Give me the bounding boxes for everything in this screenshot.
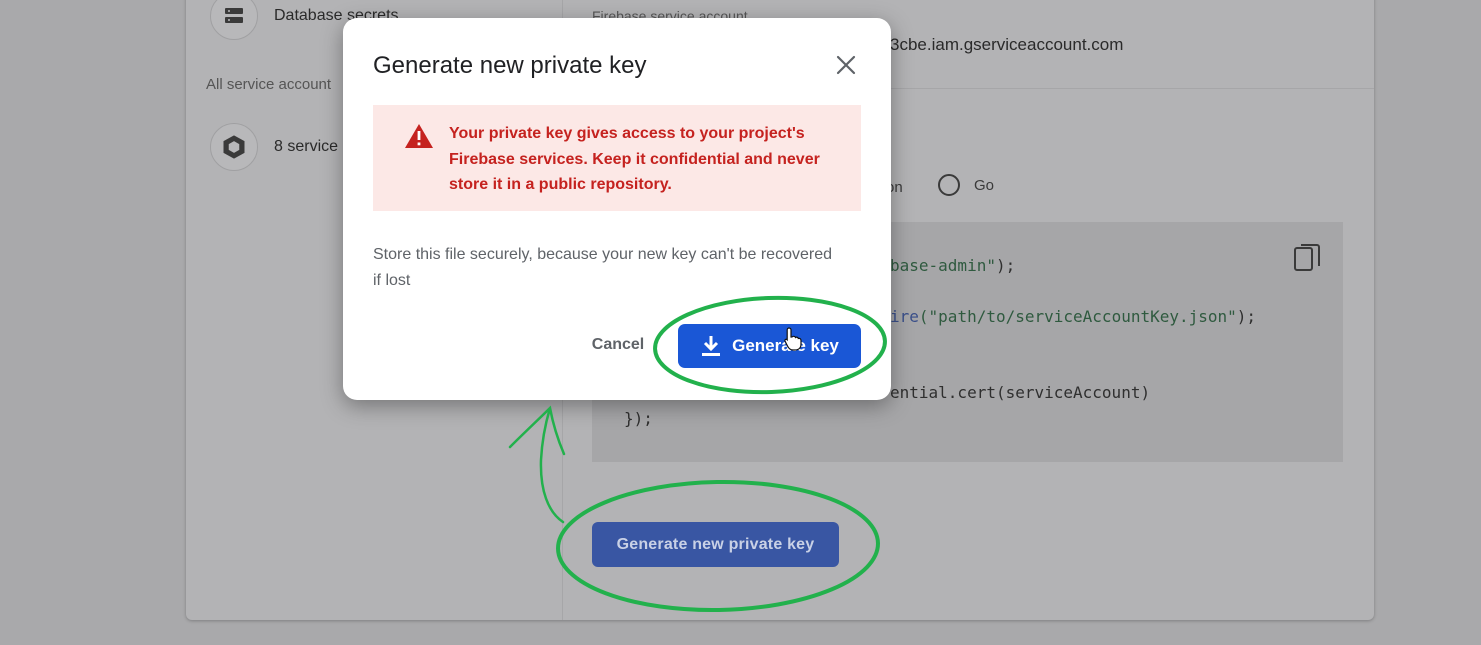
code-string: ("path/to/serviceAccountKey.json"	[918, 307, 1237, 326]
nav-item-service-accounts[interactable]: 8 service	[210, 123, 338, 171]
warning-text: Your private key gives access to your pr…	[449, 125, 820, 193]
hand-cursor-icon	[784, 327, 802, 356]
code-text: );	[995, 256, 1016, 275]
nav-item-label: 8 service	[274, 138, 339, 155]
radio-circle[interactable]	[938, 174, 960, 196]
database-icon	[210, 0, 258, 40]
download-icon	[702, 336, 721, 356]
radio-go-label: Go	[974, 176, 995, 194]
code-text: );	[1236, 307, 1257, 326]
warning-banner: Your private key gives access to your pr…	[373, 105, 861, 211]
dialog-body: Store this file securely, because your n…	[373, 246, 832, 289]
code-string: base-admin"	[890, 256, 996, 275]
code-line-2: ire("path/to/serviceAccountKey.json");	[890, 307, 1256, 326]
hexagon-icon	[210, 123, 258, 171]
generate-key-button[interactable]: Generate key	[678, 324, 861, 368]
code-line-1: base-admin");	[890, 256, 1015, 275]
radio-go[interactable]: Go	[938, 174, 994, 196]
generate-key-dialog: Generate new private key Your private ke…	[343, 18, 891, 400]
code-function: ire	[890, 307, 919, 326]
code-line-3: ential.cert(serviceAccount)	[890, 383, 1151, 402]
cancel-button[interactable]: Cancel	[583, 325, 653, 365]
service-account-email: 3cbe.iam.gserviceaccount.com	[890, 35, 1124, 54]
warning-icon	[404, 123, 434, 154]
code-line-4: });	[624, 409, 653, 428]
dialog-title: Generate new private key	[373, 52, 647, 79]
copy-icon[interactable]	[1292, 242, 1322, 279]
all-service-accounts-label: All service account	[206, 76, 332, 93]
generate-new-private-key-button[interactable]: Generate new private key	[592, 522, 839, 567]
close-icon[interactable]	[833, 52, 859, 78]
